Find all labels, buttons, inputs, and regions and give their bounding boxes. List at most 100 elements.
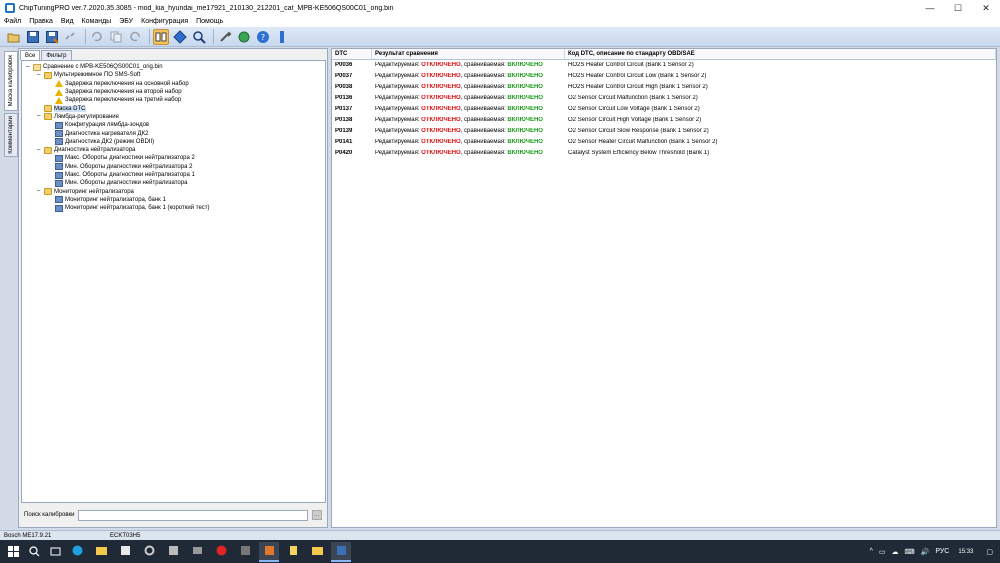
expand-toggle-icon[interactable]: − (35, 72, 42, 79)
edge-icon[interactable] (67, 542, 87, 562)
tree-node[interactable]: Диагностика нагревателя ДК2 (22, 129, 325, 138)
tab-filter[interactable]: Фильтр (41, 50, 72, 60)
chiptuning-window-icon[interactable] (331, 541, 351, 562)
more-icon[interactable] (274, 29, 290, 45)
table-row[interactable]: P0136 Редактируемая: ОТКЛЮЧЕНО, сравнивае… (332, 93, 996, 104)
tree-node[interactable]: Маска DTC (22, 104, 325, 113)
menu-ecu[interactable]: ЭБУ (115, 16, 137, 27)
tree-node[interactable]: − Диагностика нейтрализатора (22, 146, 325, 154)
menu-commands[interactable]: Команды (78, 16, 116, 27)
menu-configuration[interactable]: Конфигурация (137, 16, 192, 27)
expand-toggle-icon[interactable] (46, 180, 53, 187)
column-header-description[interactable]: Код DTC, описание по стандарту OBD/SAE (565, 49, 996, 59)
copy-icon[interactable] (108, 29, 124, 45)
clock[interactable]: 15:33 (958, 549, 973, 555)
save-as-icon[interactable] (44, 29, 60, 45)
tree-node[interactable]: Мин. Обороты диагностики нейтрализатора (22, 179, 325, 187)
expand-toggle-icon[interactable] (46, 89, 53, 96)
tray-volume-icon[interactable]: 🔊 (921, 548, 930, 556)
tree-node[interactable]: Мониторинг нейтрализатора, банк 1 (корот… (22, 204, 325, 212)
app-window-icon[interactable] (163, 542, 183, 562)
open-icon[interactable] (6, 29, 22, 45)
compare-icon[interactable] (153, 28, 169, 45)
expand-toggle-icon[interactable] (35, 105, 42, 112)
media-icon[interactable] (187, 542, 207, 562)
close-button[interactable]: ✕ (972, 0, 1000, 16)
tab-calibration-mask[interactable]: Маска калибровок (4, 51, 18, 111)
notification-icon[interactable]: ▢ (986, 548, 993, 556)
tree-node[interactable]: − Сравнение с MPB-KE506QS00C01_orig.bin (22, 63, 325, 71)
table-row[interactable]: P0036 Редактируемая: ОТКЛЮЧЕНО, сравнивае… (332, 60, 996, 71)
table-row[interactable]: P0420 Редактируемая: ОТКЛЮЧЕНО, сравнивае… (332, 147, 996, 158)
search-zoom-icon[interactable] (191, 29, 207, 45)
tools-icon[interactable] (217, 29, 233, 45)
tool-icon[interactable] (235, 542, 255, 562)
expand-toggle-icon[interactable] (46, 122, 53, 129)
column-header-result[interactable]: Результат сравнения (372, 49, 565, 59)
tray-window-icon[interactable]: ▭ (879, 548, 886, 556)
tray-cloud-icon[interactable]: ☁ (892, 548, 899, 556)
folder-icon[interactable] (307, 542, 327, 562)
tree-node[interactable]: − Мониторинг нейтрализатора (22, 187, 325, 196)
expand-toggle-icon[interactable] (46, 163, 53, 170)
column-header-dtc[interactable]: DTC (332, 49, 372, 59)
navigate-icon[interactable] (172, 29, 188, 45)
minimize-button[interactable]: — (916, 0, 944, 16)
task-view-icon[interactable] (47, 544, 63, 560)
tree-node[interactable]: − Мультирежимное ПО SMS-Soft (22, 71, 325, 79)
notes-icon[interactable] (283, 542, 303, 562)
tree-node[interactable]: Диагностика ДК2 (режим OBDII) (22, 138, 325, 146)
settings-icon[interactable] (139, 542, 159, 562)
expand-toggle-icon[interactable] (46, 172, 53, 179)
menu-edit[interactable]: Правка (25, 16, 57, 27)
tab-comments[interactable]: Комментарии (4, 113, 18, 157)
undo-icon[interactable] (89, 29, 105, 45)
expand-toggle-icon[interactable] (46, 205, 53, 212)
tree-node[interactable]: Мониторинг нейтрализатора, банк 1 (22, 196, 325, 204)
expand-toggle-icon[interactable] (46, 97, 53, 104)
tree-node[interactable]: Конфигурация лямбда-зондов (22, 121, 325, 129)
tree-node[interactable]: Макс. Обороты диагностики нейтрализатора… (22, 154, 325, 162)
refresh-icon[interactable] (236, 29, 252, 45)
menu-view[interactable]: Вид (57, 16, 78, 27)
tree-node[interactable]: Мин. Обороты диагностики нейтрализатора … (22, 163, 325, 171)
store-icon[interactable] (115, 542, 135, 562)
table-row[interactable]: P0141 Редактируемая: ОТКЛЮЧЕНО, сравнивае… (332, 136, 996, 147)
expand-toggle-icon[interactable]: − (35, 188, 42, 195)
tray-language[interactable]: РУС (935, 548, 949, 555)
search-button[interactable]: … (311, 510, 322, 520)
redo-icon[interactable] (127, 29, 143, 45)
start-icon[interactable] (5, 544, 21, 560)
tab-all[interactable]: Все (20, 50, 41, 60)
yandex-browser-icon[interactable] (211, 542, 231, 562)
menu-help[interactable]: Помощь (192, 16, 227, 27)
save-icon[interactable] (25, 29, 41, 45)
maximize-button[interactable]: ☐ (944, 0, 972, 16)
link-icon[interactable] (63, 29, 79, 45)
table-row[interactable]: P0139 Редактируемая: ОТКЛЮЧЕНО, сравнивае… (332, 125, 996, 136)
expand-toggle-icon[interactable] (46, 138, 53, 145)
tree-node[interactable]: Задержка переключения на третий набор (22, 96, 325, 104)
table-row[interactable]: P0137 Редактируемая: ОТКЛЮЧЕНО, сравнивае… (332, 104, 996, 115)
search-icon[interactable] (26, 544, 42, 560)
tree-node[interactable]: Задержка переключения на основной набор (22, 80, 325, 88)
chiptuning-app-icon[interactable] (259, 541, 279, 562)
expand-toggle-icon[interactable]: − (35, 113, 42, 120)
expand-toggle-icon[interactable]: − (24, 64, 31, 71)
expand-toggle-icon[interactable]: − (35, 147, 42, 154)
tray-overflow-icon[interactable]: ^ (870, 548, 873, 555)
expand-toggle-icon[interactable] (46, 196, 53, 203)
tree-node[interactable]: Задержка переключения на второй набор (22, 88, 325, 96)
table-row[interactable]: P0138 Редактируемая: ОТКЛЮЧЕНО, сравнивае… (332, 114, 996, 125)
tree-node[interactable]: Макс. Обороты диагностики нейтрализатора… (22, 171, 325, 179)
tree-node[interactable]: − Лямбда-регулирование (22, 113, 325, 121)
tray-keyboard-icon[interactable]: ⌨ (905, 548, 915, 556)
help-icon[interactable]: ? (255, 29, 271, 45)
expand-toggle-icon[interactable] (46, 155, 53, 162)
file-explorer-icon[interactable] (91, 542, 111, 562)
table-row[interactable]: P0037 Редактируемая: ОТКЛЮЧЕНО, сравнивае… (332, 71, 996, 82)
table-row[interactable]: P0038 Редактируемая: ОТКЛЮЧЕНО, сравнивае… (332, 82, 996, 93)
expand-toggle-icon[interactable] (46, 80, 53, 87)
expand-toggle-icon[interactable] (46, 130, 53, 137)
menu-file[interactable]: Файл (0, 16, 25, 27)
